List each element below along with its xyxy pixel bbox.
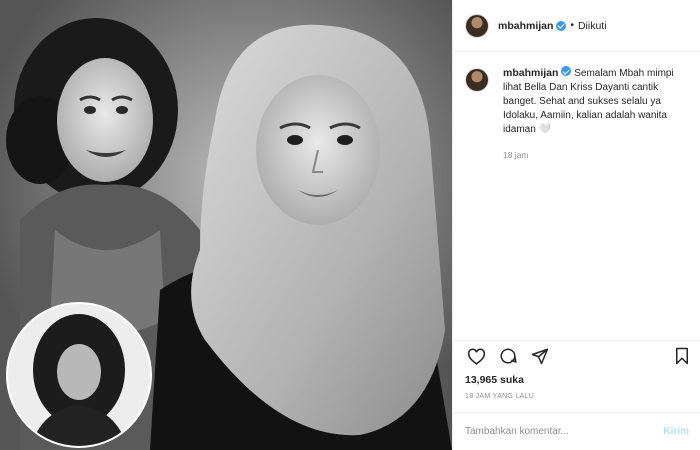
heart-icon[interactable] [465,345,487,367]
separator-dot: • [570,20,574,31]
post-sidebar: mbahmijan • Diikuti mbahmijan Semalam Mb… [452,0,700,450]
comment-icon[interactable] [497,345,519,367]
divider [453,340,700,341]
bookmark-icon[interactable] [671,345,693,367]
share-icon[interactable] [529,345,551,367]
add-comment-bar: Kirim [453,412,700,450]
grayscale-collage [0,0,452,450]
caption-avatar[interactable] [465,68,489,92]
caption-comment: mbahmijan Semalam Mbah mimpi lihat Bella… [465,66,689,137]
follow-status-button[interactable]: Diikuti [578,20,607,32]
comment-input[interactable] [465,426,664,437]
caption-username[interactable]: mbahmijan [503,67,558,79]
header-username[interactable]: mbahmijan [498,20,553,32]
avatar[interactable] [465,13,489,38]
post-header: mbahmijan • Diikuti [453,0,700,52]
verified-icon [556,20,567,31]
verified-icon [561,66,572,76]
post-image[interactable] [0,0,452,450]
action-bar [465,344,693,368]
send-comment-button[interactable]: Kirim [663,426,689,437]
posted-time: 18 JAM YANG LALU [465,393,535,400]
caption-text-block: mbahmijan Semalam Mbah mimpi lihat Bella… [503,66,689,137]
caption-time: 18 jam [503,150,529,160]
likes-count[interactable]: 13,965 suka [465,374,524,386]
